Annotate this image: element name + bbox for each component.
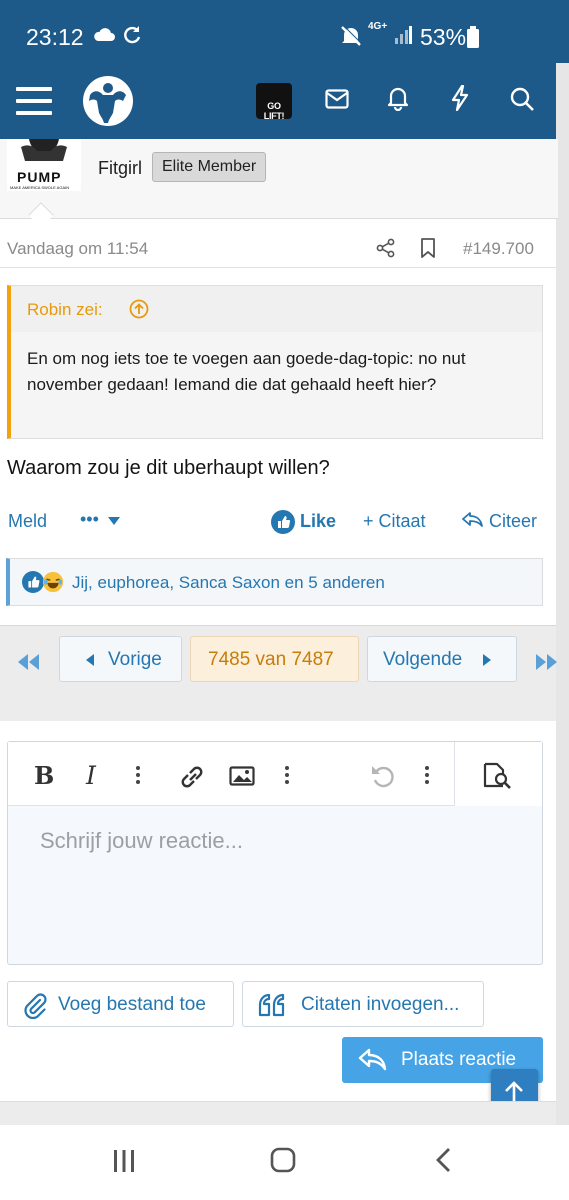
current-page-label: 7485 van 7487 [208,649,334,670]
previous-page-button[interactable]: Vorige [59,636,182,682]
arrow-up-circle-icon[interactable] [129,299,149,324]
battery-percent: 53% [420,24,467,50]
pagination: Vorige 7485 van 7487 Volgende [0,625,557,721]
reply-placeholder: Schrijf jouw reactie... [40,828,243,853]
go-lift-logo[interactable]: GO LIFT! [256,83,292,121]
next-label: Volgende [383,649,463,670]
preview-button[interactable] [454,742,542,806]
quote-author[interactable]: Robin zei: [27,300,103,320]
thumbs-up-icon[interactable] [271,510,295,539]
first-page-icon[interactable] [18,654,40,675]
image-icon[interactable] [229,766,255,791]
battery-icon [466,26,480,53]
lightning-icon[interactable] [450,84,470,116]
bell-icon[interactable] [386,85,410,116]
report-link[interactable]: Meld [8,511,47,532]
next-page-button[interactable]: Volgende [367,636,517,682]
reactions-list[interactable]: Jij, euphorea, Sanca Saxon en 5 anderen [72,573,385,593]
status-bar: 23:12 4G+ 53% [0,0,569,63]
signal-icon [394,26,412,49]
scrollbar[interactable] [556,63,569,1125]
thread-content: PUMP MAKE AMERICA SWOLE AGAIN Fitgirl El… [0,139,558,1125]
system-navigation-bar [0,1125,569,1200]
more-label: ••• [80,509,99,529]
share-icon[interactable] [376,238,396,263]
post-number[interactable]: #149.700 [463,239,534,259]
like-button[interactable]: Like [300,511,336,532]
post-author: PUMP MAKE AMERICA SWOLE AGAIN Fitgirl El… [0,139,558,228]
more-options-button[interactable]: ••• [80,509,120,530]
editor-toolbar: B I [8,742,456,806]
more-vertical-icon[interactable] [135,764,141,791]
post-actions: Meld ••• Like + Citaat Citeer [0,507,556,537]
reply-editor[interactable]: B I Schrijf jouw reactie... [7,741,543,965]
attach-file-button[interactable]: Voeg bestand toe [7,981,234,1027]
recent-apps-icon[interactable] [112,1149,136,1178]
more-vertical-icon[interactable] [424,764,430,791]
app-header: GO LIFT! [0,63,556,139]
post-date[interactable]: Vandaag om 11:54 [7,239,148,259]
laughing-emoji-icon [42,571,64,598]
username[interactable]: Fitgirl [98,158,142,179]
inbox-icon[interactable] [325,89,349,114]
clock: 23:12 [26,24,84,50]
current-page-indicator[interactable]: 7485 van 7487 [190,636,359,682]
post-reply-label: Plaats reactie [401,1049,517,1070]
more-vertical-icon[interactable] [284,764,290,791]
post-body: Waarom zou je dit uberhaupt willen? [7,457,330,479]
undo-icon[interactable] [370,764,396,793]
quote-block: Robin zei: En om nog iets toe te voegen … [7,285,543,439]
bookmark-icon[interactable] [420,238,436,263]
search-icon[interactable] [510,87,534,116]
reply-icon [358,1048,388,1078]
like-reaction-icon [22,571,44,598]
reply-area: B I Schrijf jouw reactie... Voeg bestand… [0,721,556,1115]
home-icon[interactable] [270,1147,296,1178]
attach-file-label: Voeg bestand toe [58,994,206,1015]
footer-divider [0,1101,556,1125]
reactions-bar[interactable]: Jij, euphorea, Sanca Saxon en 5 anderen [6,558,543,606]
insert-quotes-button[interactable]: Citaten invoegen... [242,981,484,1027]
sync-icon [122,25,142,50]
message-pointer [28,202,54,228]
reply-label: Citeer [489,511,538,531]
cloud-icon [92,26,116,47]
avatar-slogan: MAKE AMERICA SWOLE AGAIN [10,185,70,190]
avatar[interactable]: PUMP MAKE AMERICA SWOLE AGAIN [7,139,81,191]
previous-label: Vorige [108,649,162,670]
post-meta: Vandaag om 11:54 #149.700 [0,234,556,268]
forum-logo[interactable] [82,75,134,132]
paperclip-icon [22,993,48,1025]
add-quote-button[interactable]: + Citaat [363,511,426,532]
back-icon[interactable] [434,1147,452,1178]
quote-marks-icon [257,993,287,1023]
insert-quotes-label: Citaten invoegen... [301,994,460,1015]
mute-icon [340,25,362,52]
preview-icon [482,762,512,795]
quote-header: Robin zei: [11,286,542,332]
menu-icon[interactable] [16,85,52,122]
reply-button[interactable]: Citeer [462,511,537,532]
last-page-icon[interactable] [535,654,557,675]
bold-button[interactable]: B [34,761,54,790]
italic-button[interactable]: I [86,761,96,790]
avatar-text: PUMP [17,169,62,185]
network-type: 4G+ [368,21,388,32]
quote-body: En om nog iets toe te voegen aan goede-d… [27,349,466,394]
user-badge: Elite Member [152,152,267,182]
link-icon[interactable] [178,764,206,795]
